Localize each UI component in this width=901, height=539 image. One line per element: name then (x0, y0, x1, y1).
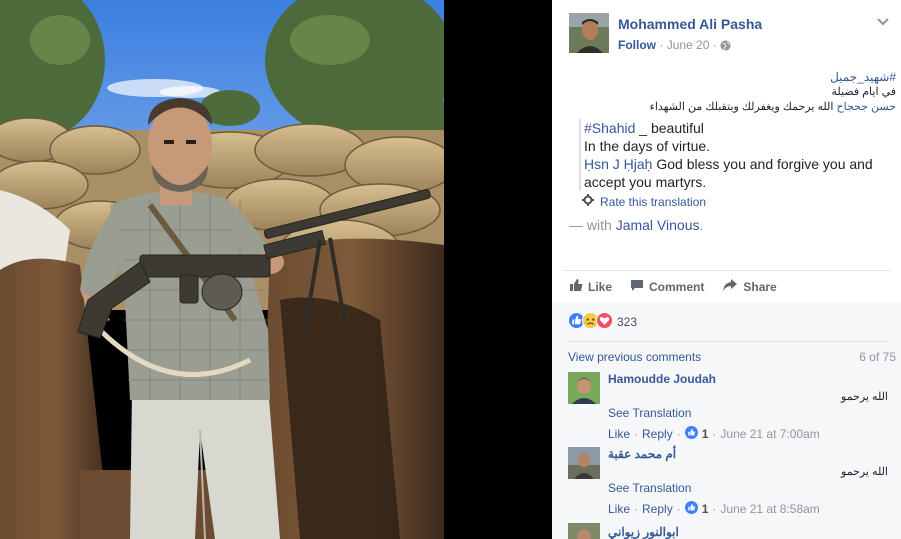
tagged-with: — with Jamal Vinous. (569, 217, 899, 233)
meta-dot-2: · (712, 38, 717, 52)
translation-mention[interactable]: Ḥsn J Ḥjaḥ (584, 156, 652, 172)
with-prefix: — with (569, 217, 616, 233)
post-line-2: حسن جحجاح الله يرحمك ويغفرلك ويتقبلك من … (569, 100, 899, 115)
comment-like-count[interactable]: 1 (702, 502, 709, 516)
meta-dot: · (659, 38, 664, 52)
comment-reply-link[interactable]: Reply (642, 502, 673, 516)
translation-text-2: In the days of virtue. (584, 138, 711, 154)
share-button[interactable]: Share (722, 278, 777, 295)
comments-count: 6 of 75 (859, 350, 896, 364)
commenter-avatar[interactable] (568, 523, 600, 539)
chevron-down-icon[interactable] (875, 14, 891, 30)
commenter-avatar[interactable] (568, 447, 600, 479)
comment-time[interactable]: June 21 at 8:58am (720, 502, 819, 516)
post-body: #شهيد_جميل في ايام فضيلة حسن جحجاح الله … (569, 70, 899, 233)
comment-like-icon (684, 426, 698, 442)
view-previous-comments[interactable]: View previous comments (568, 350, 701, 364)
post-line-1: في ايام فضيلة (831, 86, 896, 98)
comment-icon (630, 278, 644, 295)
tagged-person[interactable]: Jamal Vinous (616, 217, 700, 233)
comment-text: الله يرحمو (841, 466, 888, 478)
reactions-count[interactable]: 323 (617, 315, 637, 329)
share-icon (722, 278, 738, 295)
author-name[interactable]: Mohammed Ali Pasha (618, 16, 762, 32)
see-translation-link[interactable]: See Translation (608, 481, 691, 495)
post-date[interactable]: June 20 (667, 38, 710, 52)
share-label: Share (743, 279, 777, 294)
with-suffix: . (699, 217, 704, 233)
comment-like-link[interactable]: Like (608, 427, 630, 441)
love-reaction-icon (596, 312, 613, 332)
comment-text: الله يرحمو (841, 391, 888, 403)
post-translation: #Shahid _ beautiful In the days of virtu… (579, 119, 897, 191)
like-button[interactable]: Like (569, 278, 612, 295)
post-actions: Like Comment Share (564, 270, 890, 302)
comment-button[interactable]: Comment (630, 278, 704, 295)
author-avatar[interactable] (569, 13, 609, 53)
like-label: Like (588, 279, 613, 294)
gear-icon (582, 194, 594, 209)
commenter-name[interactable]: ابوالنور زيواني (608, 525, 679, 539)
post-hashtag[interactable]: #شهيد_جميل (569, 70, 899, 85)
comment-reply-link[interactable]: Reply (642, 427, 673, 441)
divider (568, 341, 888, 342)
comment-actions: Like · Reply · 1 · June 21 at 8:58am (608, 501, 820, 517)
post-side-panel: Mohammed Ali Pasha Follow · June 20 · #ش… (552, 0, 901, 539)
commenter-name[interactable]: أم محمد عقبة (608, 447, 676, 461)
thumbs-up-icon (569, 278, 583, 295)
see-translation-link[interactable]: See Translation (608, 406, 691, 420)
comments-section: 323 View previous comments 6 of 75 Hamou… (552, 302, 901, 539)
translation-hashtag[interactable]: #Shahid (584, 120, 635, 136)
reactions-summary[interactable]: 323 (568, 312, 637, 332)
photo-illustration (0, 0, 444, 539)
post-mention[interactable]: حسن جحجاح (837, 101, 897, 113)
comment-like-count[interactable]: 1 (702, 427, 709, 441)
comment-actions: Like · Reply · 1 · June 21 at 7:00am (608, 426, 820, 442)
post-meta: Follow · June 20 · (618, 38, 731, 54)
comment-like-link[interactable]: Like (608, 502, 630, 516)
translation-text-1: _ beautiful (635, 120, 704, 136)
rate-translation[interactable]: Rate this translation (582, 194, 899, 209)
comment-label: Comment (649, 279, 705, 294)
commenter-avatar[interactable] (568, 372, 600, 404)
rate-translation-label[interactable]: Rate this translation (600, 195, 706, 209)
post-line-2-text: الله يرحمك ويغفرلك ويتقبلك من الشهداء (649, 101, 834, 113)
post-photo[interactable] (0, 0, 444, 539)
comment-like-icon (684, 501, 698, 517)
follow-link[interactable]: Follow (618, 38, 656, 52)
post-header: Mohammed Ali Pasha Follow · June 20 · (552, 0, 901, 64)
comment-item: ابوالنور زيواني (568, 523, 888, 539)
comment-time[interactable]: June 21 at 7:00am (720, 427, 819, 441)
comment-item: Hamoudde Joudah الله يرحمو See Translati… (568, 372, 888, 442)
comment-item: أم محمد عقبة الله يرحمو See Translation … (568, 447, 888, 517)
photo-viewer (0, 0, 552, 539)
globe-icon (720, 40, 731, 54)
commenter-name[interactable]: Hamoudde Joudah (608, 372, 716, 386)
